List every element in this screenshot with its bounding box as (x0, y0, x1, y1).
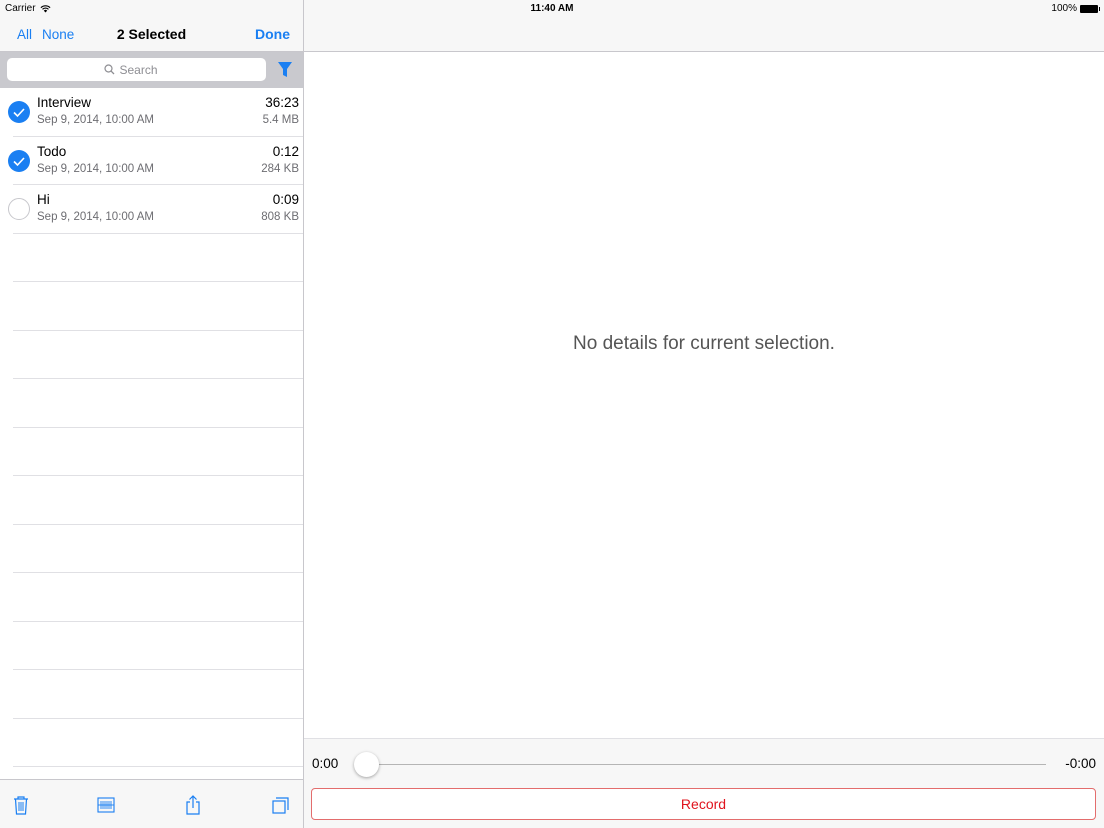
battery-percent: 100% (1051, 3, 1077, 14)
battery-indicator: 100% (1051, 3, 1100, 14)
empty-row (0, 476, 303, 525)
share-icon[interactable] (182, 794, 204, 816)
checkmark-selected-icon[interactable] (8, 149, 30, 172)
recording-size: 808 KB (261, 211, 299, 223)
recording-date: Sep 9, 2014, 10:00 AM (37, 211, 155, 223)
status-time: 11:40 AM (530, 3, 574, 14)
remaining-time: -0:00 (1065, 756, 1096, 771)
master-toolbar (0, 779, 303, 828)
empty-row (0, 282, 303, 331)
search-input[interactable] (119, 62, 170, 77)
battery-icon (1080, 4, 1100, 13)
empty-row (0, 331, 303, 380)
recording-duration: 0:09 (272, 192, 299, 207)
barcode-icon[interactable] (95, 794, 117, 816)
recording-date: Sep 9, 2014, 10:00 AM (37, 114, 155, 126)
recordings-list: Interview Sep 9, 2014, 10:00 AM 36:23 5.… (0, 88, 303, 767)
elapsed-time: 0:00 (312, 756, 339, 771)
recording-date: Sep 9, 2014, 10:00 AM (37, 162, 155, 175)
empty-row (0, 525, 303, 574)
recording-size: 5.4 MB (262, 114, 299, 126)
list-item[interactable]: Hi Sep 9, 2014, 10:00 AM 0:09 808 KB (0, 185, 303, 234)
playback-panel: 0:00 -0:00 Record (304, 738, 1104, 828)
detail-empty-message: No details for current selection. (573, 333, 835, 354)
recording-title: Todo (37, 143, 67, 159)
checkmark-selected-icon[interactable] (8, 101, 30, 123)
empty-row (0, 719, 303, 768)
empty-row (0, 234, 303, 283)
recordings-pane: All None 2 Selected Done Interview Sep 9… (0, 0, 303, 828)
empty-row (0, 573, 303, 622)
recording-title: Hi (37, 192, 50, 207)
search-icon (103, 64, 114, 75)
status-bar: Carrier 11:40 AM 100% (0, 0, 1104, 18)
search-bar (0, 52, 303, 88)
checkmark-unselected-icon[interactable] (8, 198, 30, 220)
empty-row (0, 622, 303, 671)
trash-icon[interactable] (10, 794, 32, 816)
recording-size: 284 KB (261, 162, 299, 175)
list-item[interactable]: Interview Sep 9, 2014, 10:00 AM 36:23 5.… (0, 88, 303, 137)
pane-divider (303, 0, 304, 828)
empty-row (0, 379, 303, 428)
recording-duration: 36:23 (265, 95, 299, 110)
empty-row (0, 670, 303, 719)
playback-slider-track[interactable] (366, 764, 1046, 765)
record-button[interactable]: Record (311, 788, 1096, 820)
list-item[interactable]: Todo Sep 9, 2014, 10:00 AM 0:12 284 KB (0, 137, 303, 186)
search-field[interactable] (7, 58, 266, 81)
filter-icon[interactable] (277, 61, 293, 79)
recording-title: Interview (37, 95, 92, 110)
done-button[interactable]: Done (255, 26, 290, 42)
playback-slider-thumb[interactable] (354, 752, 379, 777)
duplicate-icon[interactable] (269, 794, 291, 816)
empty-row (0, 428, 303, 477)
recording-duration: 0:12 (272, 143, 299, 159)
